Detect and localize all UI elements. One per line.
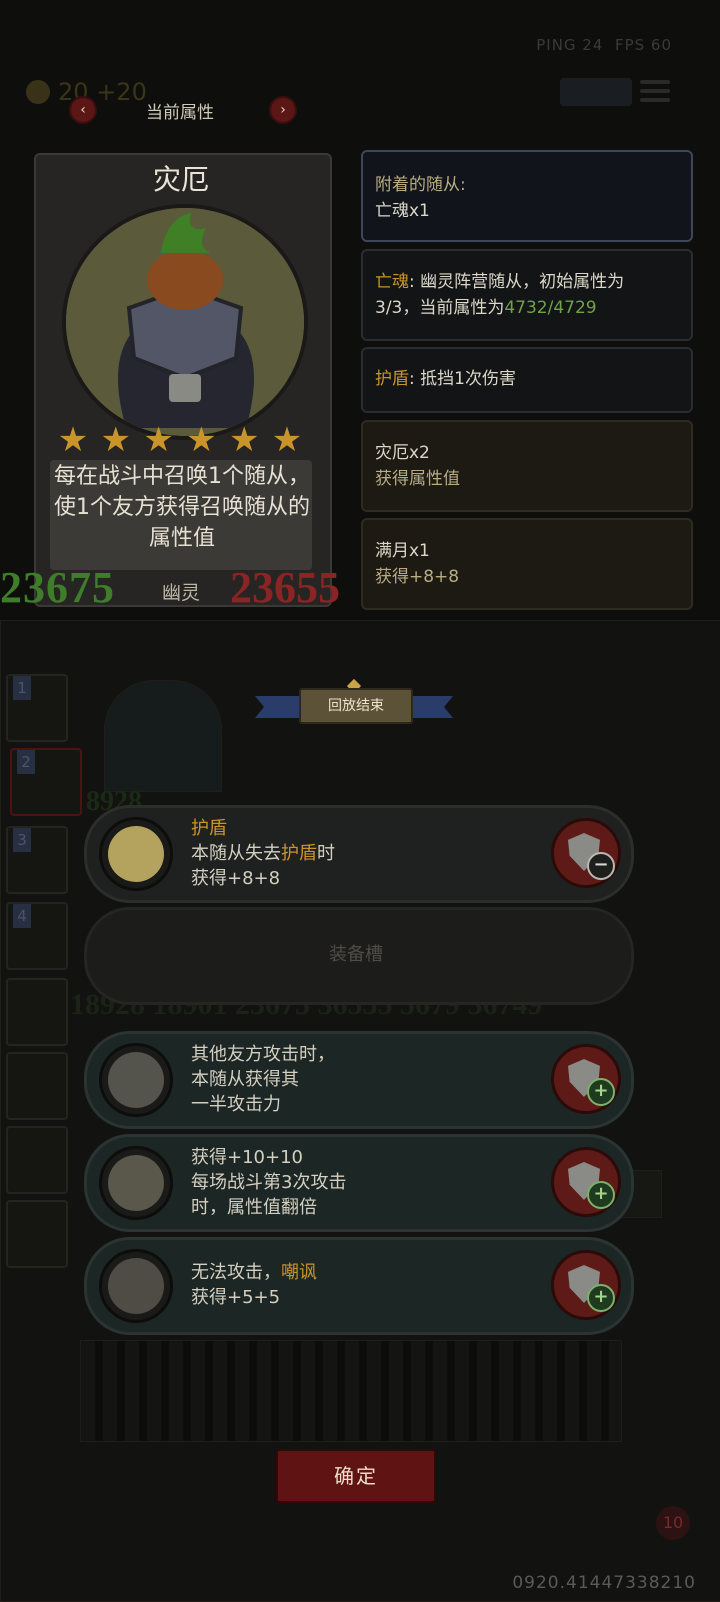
disaster-sub: 获得属性值 xyxy=(375,469,460,489)
coin-icon xyxy=(26,80,50,104)
tribe-label: 幽灵 xyxy=(161,582,200,604)
replay-ended-banner: 回放结束 xyxy=(255,688,453,724)
row3-line3: 时，属性值翻倍 xyxy=(191,1197,317,1218)
prev-arrow-button[interactable]: ‹ xyxy=(69,96,97,124)
card-portrait xyxy=(62,204,308,440)
slot-number: 4 xyxy=(13,904,31,928)
add-equipment-button[interactable]: + xyxy=(551,1147,621,1217)
unit-slot-8[interactable] xyxy=(6,1200,68,1268)
attached-minion-panel: 附着的随从: 亡魂x1 xyxy=(361,150,693,242)
attack-value: 23675 xyxy=(0,563,115,612)
unit-slot-7[interactable] xyxy=(6,1126,68,1194)
disaster-bonus-panel: 灾厄x2 获得属性值 xyxy=(361,420,693,512)
lives-counter: 10 xyxy=(656,1506,690,1540)
attribute-header-title: 当前属性 xyxy=(146,103,214,123)
row3-line2: 每场战斗第3次攻击 xyxy=(191,1172,347,1193)
scarecrow-icon xyxy=(99,1146,173,1220)
row2-line1: 其他友方攻击时， xyxy=(191,1044,335,1065)
star-rating: ★ ★ ★ ★ ★ ★ xyxy=(55,423,305,457)
equipment-row-shield: 护盾 本随从失去护盾时 获得+8+8 − xyxy=(84,805,634,903)
row2-line3: 一半攻击力 xyxy=(191,1094,281,1115)
star-icon: ★ xyxy=(228,420,260,460)
lock-icon xyxy=(169,374,201,402)
ghost-desc: : 幽灵阵营随从，初始属性为 xyxy=(409,272,625,292)
next-arrow-button[interactable]: › xyxy=(269,96,297,124)
shield-keyword-panel: 护盾: 抵挡1次伤害 xyxy=(361,347,693,413)
background-fence xyxy=(80,1340,622,1442)
star-icon: ★ xyxy=(186,420,217,460)
unit-slot-3[interactable]: 3 xyxy=(6,826,68,894)
cage-icon xyxy=(99,1249,173,1323)
plus-icon: + xyxy=(587,1078,615,1106)
shield-desc: : 抵挡1次伤害 xyxy=(409,369,516,389)
equipment-row-taunt: 无法攻击，嘲讽 获得+5+5 + xyxy=(84,1237,634,1335)
plus-icon: + xyxy=(587,1284,615,1312)
row4-keyword: 嘲讽 xyxy=(281,1262,317,1283)
row1-line2: 获得+8+8 xyxy=(191,868,281,889)
ghost-keyword: 亡魂 xyxy=(375,272,409,292)
fullmoon-bonus-panel: 满月x1 获得+8+8 xyxy=(361,518,693,610)
slot-number: 1 xyxy=(13,676,31,700)
footer-code: 0920.41447338210 xyxy=(512,1573,696,1593)
slot-number: 3 xyxy=(13,828,31,852)
star-icon: ★ xyxy=(143,420,174,460)
fullmoon-sub: 获得+8+8 xyxy=(375,567,460,587)
shield-keyword: 护盾 xyxy=(375,369,409,389)
unit-slot-6[interactable] xyxy=(6,1052,68,1120)
row2-line2: 本随从获得其 xyxy=(191,1069,299,1090)
plus-icon: + xyxy=(587,1181,615,1209)
background-door xyxy=(104,680,222,792)
unit-slot-2[interactable]: 2 xyxy=(10,748,82,816)
ghost-stats: 4732/4729 xyxy=(504,298,597,318)
minus-icon: − xyxy=(587,852,615,880)
fullmoon-title: 满月x1 xyxy=(375,541,430,561)
health-value: 23655 xyxy=(230,563,340,612)
equipment-row-half-attack: 其他友方攻击时， 本随从获得其 一半攻击力 + xyxy=(84,1031,634,1129)
ghost-desc-line2: 3/3，当前属性为 xyxy=(375,298,505,318)
ping-fps-readout: PING 24 FPS 60 xyxy=(536,36,672,54)
speed-icon[interactable] xyxy=(560,78,632,106)
row1-line1a: 本随从失去 xyxy=(191,843,281,864)
card-name: 灾厄 xyxy=(152,163,209,196)
row1-line1c: 时 xyxy=(317,843,335,864)
attached-label: 附着的随从: xyxy=(375,175,466,195)
attached-value: 亡魂x1 xyxy=(375,201,430,221)
row3-line1: 获得+10+10 xyxy=(191,1147,303,1168)
slot-number: 2 xyxy=(17,750,35,774)
ghost-keyword-panel: 亡魂: 幽灵阵营随从，初始属性为 3/3，当前属性为4732/4729 xyxy=(361,249,693,341)
replay-ended-label: 回放结束 xyxy=(299,688,413,724)
card-description: 每在战斗中召唤1个随从，使1个友方获得召唤随从的属性值 xyxy=(54,464,310,551)
remove-equipment-button[interactable]: − xyxy=(551,818,621,888)
add-equipment-button[interactable]: + xyxy=(551,1044,621,1114)
star-icon: ★ xyxy=(57,420,89,460)
row1-title: 护盾 xyxy=(191,818,227,839)
row4-line2: 获得+5+5 xyxy=(191,1287,281,1308)
spear-icon xyxy=(99,1043,173,1117)
confirm-button[interactable]: 确定 xyxy=(276,1449,436,1503)
disaster-title: 灾厄x2 xyxy=(375,443,430,463)
row4-line1a: 无法攻击， xyxy=(191,1262,281,1283)
unit-slot-4[interactable]: 4 xyxy=(6,902,68,970)
menu-icon[interactable] xyxy=(640,80,670,102)
empty-slot-label: 装备槽 xyxy=(329,944,383,965)
add-equipment-button[interactable]: + xyxy=(551,1250,621,1320)
equipment-row-double-stats: 获得+10+10 每场战斗第3次攻击 时，属性值翻倍 + xyxy=(84,1134,634,1232)
unit-slot-5[interactable] xyxy=(6,978,68,1046)
moon-icon xyxy=(99,817,173,891)
star-icon: ★ xyxy=(271,420,303,460)
row1-keyword: 护盾 xyxy=(281,843,317,864)
star-icon: ★ xyxy=(100,420,132,460)
unit-slot-1[interactable]: 1 xyxy=(6,674,68,742)
